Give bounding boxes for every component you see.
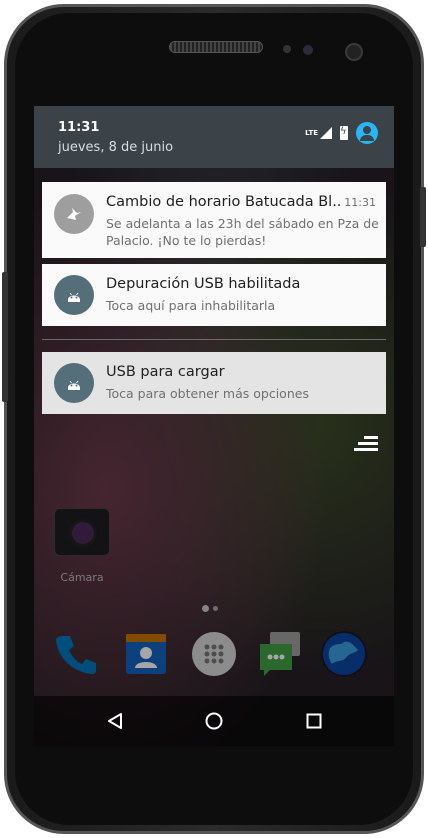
recents-icon[interactable] bbox=[303, 710, 325, 732]
front-camera bbox=[345, 43, 363, 61]
clock: 11:31 bbox=[58, 120, 100, 135]
user-avatar-icon[interactable] bbox=[356, 122, 378, 144]
lte-label: LTE bbox=[305, 129, 318, 137]
power-button bbox=[420, 187, 426, 247]
notification-usb-charging[interactable]: USB para cargar Toca para obtener más op… bbox=[42, 352, 386, 414]
notification-title: USB para cargar bbox=[106, 364, 225, 380]
back-icon[interactable] bbox=[104, 710, 126, 732]
home-icon[interactable] bbox=[203, 710, 225, 732]
notification-title: Cambio de horario Batucada Bl... bbox=[106, 194, 342, 210]
navigation-bar bbox=[34, 696, 394, 746]
screen: Cámara 11:31 jueves, 8 de junio LTE ϟ Ca… bbox=[34, 106, 394, 746]
notification-text: Se adelanta a las 23h del sábado en Pza … bbox=[106, 216, 379, 248]
notification-time: 11:31 bbox=[344, 196, 376, 209]
notification-text: Toca para obtener más opciones bbox=[106, 386, 309, 401]
battery-charging-icon bbox=[340, 126, 348, 140]
proximity-sensor bbox=[283, 45, 291, 53]
signal-icon bbox=[320, 127, 332, 139]
earpiece-speaker bbox=[169, 41, 263, 53]
date: jueves, 8 de junio bbox=[58, 140, 174, 155]
android-debug-icon bbox=[54, 275, 94, 315]
volume-button bbox=[2, 272, 8, 402]
app-notification-icon bbox=[54, 194, 94, 234]
notification-usb-debugging[interactable]: Depuración USB habilitada Toca aquí para… bbox=[42, 264, 386, 326]
android-usb-icon bbox=[54, 363, 94, 403]
notification-divider bbox=[42, 339, 386, 340]
light-sensor bbox=[303, 45, 313, 55]
notification-text: Toca aquí para inhabilitarla bbox=[106, 298, 276, 313]
quick-settings-header[interactable]: 11:31 jueves, 8 de junio LTE bbox=[34, 106, 394, 168]
notification-batucada[interactable]: Cambio de horario Batucada Bl... 11:31 S… bbox=[42, 182, 386, 258]
status-icons: LTE bbox=[305, 122, 378, 144]
clear-all-icon[interactable] bbox=[352, 434, 378, 454]
notification-title: Depuración USB habilitada bbox=[106, 276, 301, 292]
